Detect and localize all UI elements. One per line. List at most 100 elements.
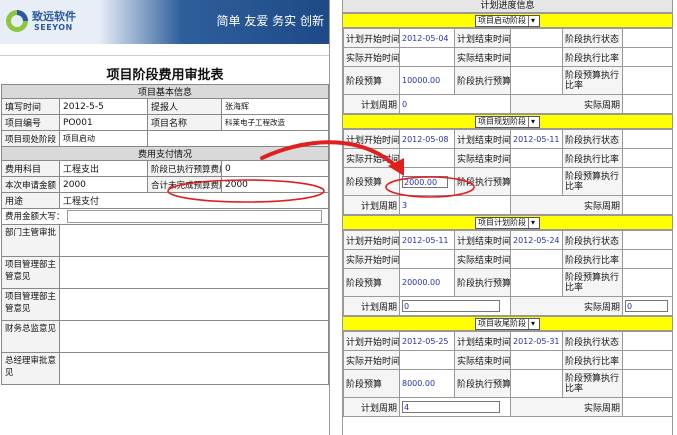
actual-start-field[interactable] xyxy=(399,148,455,168)
actual-start-field[interactable] xyxy=(399,47,455,67)
actual-start-label: 实际开始时间 xyxy=(343,47,400,67)
stage-budget-label: 阶段预算 xyxy=(343,369,400,398)
chevron-down-icon: ▾ xyxy=(528,319,537,329)
amount-caps-input[interactable] xyxy=(67,210,323,223)
stage-exec-budget-field[interactable] xyxy=(510,268,563,297)
phase-select[interactable]: 项目规划阶段 ▾ xyxy=(475,116,540,128)
pm-opinion2-field[interactable] xyxy=(58,288,329,321)
budget-rate-label: 阶段预算执行比率 xyxy=(562,369,623,398)
plan-start-field[interactable]: 2012-05-25 xyxy=(399,331,455,351)
actual-cycle-field[interactable] xyxy=(622,195,672,215)
plan-cycle-box[interactable]: 4 xyxy=(402,401,500,413)
phase-select[interactable]: 项目计划阶段 ▾ xyxy=(475,217,540,229)
stage-status-field[interactable] xyxy=(622,331,672,351)
actual-end-field[interactable] xyxy=(510,148,563,168)
plan-cycle-box[interactable]: 0 xyxy=(402,300,500,312)
pm-opinion1-field[interactable] xyxy=(58,256,329,289)
stage-exec-budget-field[interactable] xyxy=(510,66,563,95)
stage-status-label: 阶段执行状态 xyxy=(562,230,623,250)
plan-cycle-field[interactable]: 4 xyxy=(399,397,511,417)
plan-end-field[interactable] xyxy=(510,28,563,48)
current-stage-field[interactable]: 项目启动 xyxy=(59,130,148,147)
project-name-field[interactable]: 科莱电子工程改造 xyxy=(220,114,329,131)
plan-cycle-field[interactable]: 0 xyxy=(399,94,511,114)
fill-time-field[interactable]: 2012-5-5 xyxy=(59,98,148,115)
apply-amount-field[interactable]: 2000 xyxy=(59,176,148,193)
stage-budget-box[interactable]: 2000.00 xyxy=(402,175,448,188)
stage-status-field[interactable] xyxy=(622,129,672,149)
budget-rate-field[interactable] xyxy=(622,268,672,297)
stage-budget-field[interactable]: 10000.00 xyxy=(399,66,455,95)
plan-cycle-field[interactable]: 3 xyxy=(399,195,511,215)
usage-label: 用途 xyxy=(1,192,60,209)
plan-end-field[interactable]: 2012-05-24 xyxy=(510,230,563,250)
phase-select[interactable]: 项目启动阶段 ▾ xyxy=(475,15,540,27)
stage-status-field[interactable] xyxy=(622,28,672,48)
actual-start-field[interactable] xyxy=(399,350,455,370)
stage-exec-budget-label: 阶段执行预算 xyxy=(454,268,511,297)
actual-end-field[interactable] xyxy=(510,350,563,370)
budget-rate-field[interactable] xyxy=(622,369,672,398)
actual-cycle-field[interactable]: 0 xyxy=(622,296,672,316)
gm-opinion-field[interactable] xyxy=(58,352,329,385)
actual-cycle-field[interactable] xyxy=(622,397,672,417)
stage-budget-field[interactable]: 2000.00 xyxy=(399,167,455,196)
stage-exec-budget-label: 阶段执行预算 xyxy=(454,66,511,95)
actual-cycle-field[interactable] xyxy=(622,94,672,114)
plan-start-field[interactable]: 2012-05-11 xyxy=(399,230,455,250)
fee-subject-label: 费用科目 xyxy=(1,160,60,177)
actual-end-label: 实际结束时间 xyxy=(454,249,511,269)
fee-subject-field[interactable]: 工程支出 xyxy=(59,160,148,177)
plan-start-field[interactable]: 2012-05-08 xyxy=(399,129,455,149)
stage-budget-field[interactable]: 8000.00 xyxy=(399,369,455,398)
stage-status-field[interactable] xyxy=(622,230,672,250)
actual-end-field[interactable] xyxy=(510,249,563,269)
actual-cycle-box[interactable]: 0 xyxy=(625,300,669,312)
phase-table: 计划开始时间 2012-05-08 计划结束时间 2012-05-11 阶段执行… xyxy=(343,129,672,215)
stage-executed-field[interactable]: 0 xyxy=(220,160,329,177)
plan-end-field[interactable]: 2012-05-11 xyxy=(510,129,563,149)
exec-rate-field[interactable] xyxy=(622,350,672,370)
budget-rate-label: 阶段预算执行比率 xyxy=(562,167,623,196)
plan-start-label: 计划开始时间 xyxy=(343,331,400,351)
brand-name-cn: 致远软件 xyxy=(32,10,76,23)
plan-start-field[interactable]: 2012-05-04 xyxy=(399,28,455,48)
usage-field[interactable]: 工程支付 xyxy=(58,192,329,209)
finance-opinion-label: 财务总监意见 xyxy=(1,320,60,353)
exec-rate-field[interactable] xyxy=(622,249,672,269)
reporter-field[interactable]: 张海辉 xyxy=(220,98,329,115)
plan-cycle-label: 计划周期 xyxy=(343,195,400,215)
stage-exec-budget-field[interactable] xyxy=(510,369,563,398)
exec-rate-field[interactable] xyxy=(622,47,672,67)
stage-budget-label: 阶段预算 xyxy=(343,268,400,297)
plan-start-label: 计划开始时间 xyxy=(343,230,400,250)
total-unfinished-field[interactable]: 2000 xyxy=(220,176,329,193)
brand-slogan: 简单 友爱 务实 创新 xyxy=(216,14,324,28)
budget-rate-field[interactable] xyxy=(622,66,672,95)
stage-status-label: 阶段执行状态 xyxy=(562,129,623,149)
plan-end-field[interactable]: 2012-05-31 xyxy=(510,331,563,351)
actual-start-field[interactable] xyxy=(399,249,455,269)
project-no-field[interactable]: PO001 xyxy=(59,114,148,131)
section-basic-info: 项目基本信息 xyxy=(0,84,329,99)
plan-cycle-field[interactable]: 0 xyxy=(399,296,511,316)
actual-start-label: 实际开始时间 xyxy=(343,249,400,269)
page-title: 项目阶段费用审批表 xyxy=(106,68,224,83)
stage-exec-budget-field[interactable] xyxy=(510,167,563,196)
actual-cycle-label: 实际周期 xyxy=(510,296,623,316)
budget-rate-field[interactable] xyxy=(622,167,672,196)
actual-start-label: 实际开始时间 xyxy=(343,148,400,168)
dept-opinion-field[interactable] xyxy=(58,224,329,257)
actual-end-field[interactable] xyxy=(510,47,563,67)
actual-start-label: 实际开始时间 xyxy=(343,350,400,370)
actual-end-label: 实际结束时间 xyxy=(454,47,511,67)
finance-opinion-field[interactable] xyxy=(58,320,329,353)
plan-cycle-label: 计划周期 xyxy=(343,296,400,316)
exec-rate-field[interactable] xyxy=(622,148,672,168)
plan-cycle-label: 计划周期 xyxy=(343,397,400,417)
phase-select[interactable]: 项目收尾阶段 ▾ xyxy=(475,318,540,330)
stage-budget-field[interactable]: 20000.00 xyxy=(399,268,455,297)
brand-name-en: SEEYON xyxy=(34,23,73,32)
stage-budget-label: 阶段预算 xyxy=(343,66,400,95)
seeyon-logo-icon xyxy=(6,10,28,32)
